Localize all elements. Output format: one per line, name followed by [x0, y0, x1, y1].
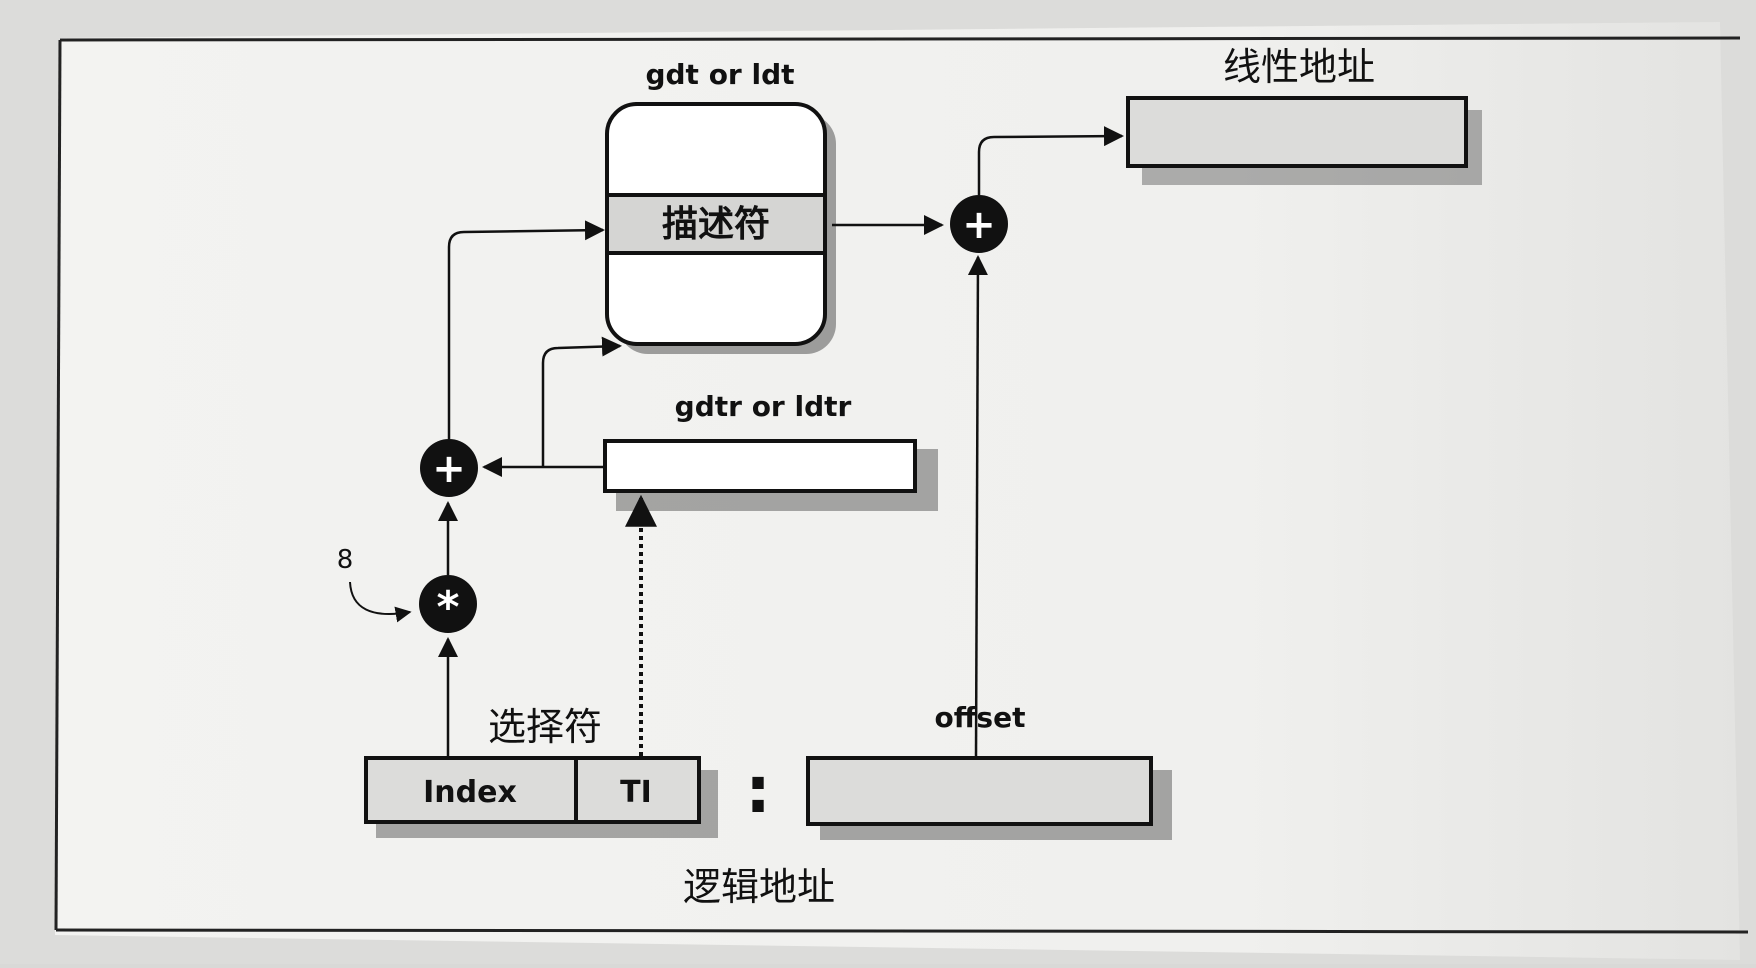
offset-label: offset	[935, 701, 1026, 734]
frame-bottom	[55, 928, 1749, 934]
multiplier-symbol: *	[436, 582, 459, 633]
descriptor-label: 描述符	[662, 204, 770, 245]
logical-address-label: 逻辑地址	[683, 865, 835, 909]
address-separator: :	[745, 754, 771, 828]
register-label: gdtr or ldtr	[675, 390, 852, 423]
gdtr-register	[603, 439, 917, 493]
base-adder-symbol: +	[432, 446, 466, 492]
selector-label: 选择符	[488, 705, 602, 749]
multiplier-constant: 8	[337, 545, 354, 575]
linear-address-box	[1126, 96, 1468, 168]
diagram-canvas: gdt or ldt 描述符 线性地址 + gdtr or ldtr + * 8…	[0, 0, 1756, 964]
frame-top	[59, 36, 1741, 42]
offset-box	[806, 756, 1153, 826]
linear-adder-symbol: +	[962, 202, 996, 248]
table-label: gdt or ldt	[645, 58, 794, 91]
linear-address-label: 线性地址	[1223, 45, 1375, 89]
ti-field: TI	[620, 775, 652, 810]
index-field: Index	[423, 775, 517, 810]
segmentation-diagram: gdt or ldt 描述符 线性地址 + gdtr or ldtr + * 8…	[0, 0, 1756, 964]
